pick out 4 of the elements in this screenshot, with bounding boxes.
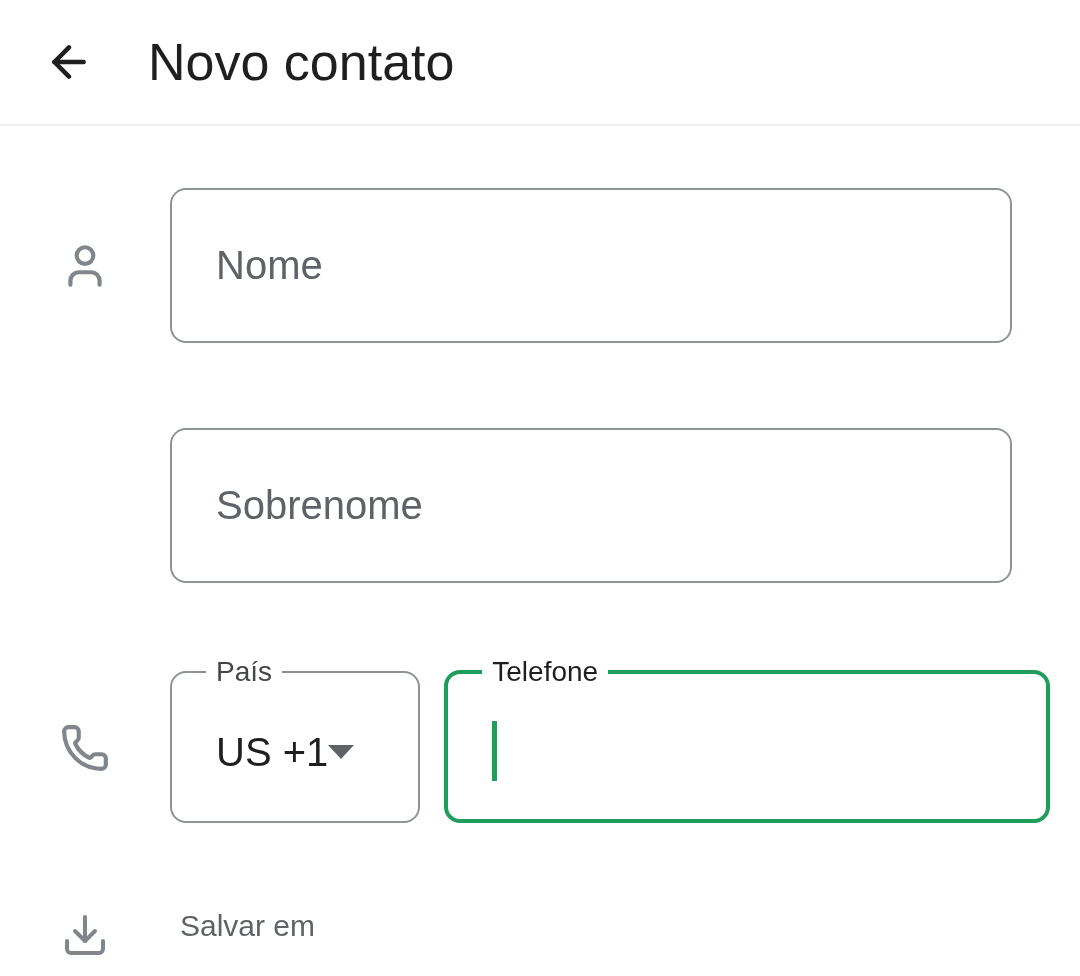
name-input-field[interactable]: Nome (170, 188, 1012, 343)
page-title: Novo contato (148, 36, 455, 88)
name-input-field[interactable]: Sobrenome (170, 428, 1012, 583)
save-location-label: Salvar em (180, 907, 316, 944)
